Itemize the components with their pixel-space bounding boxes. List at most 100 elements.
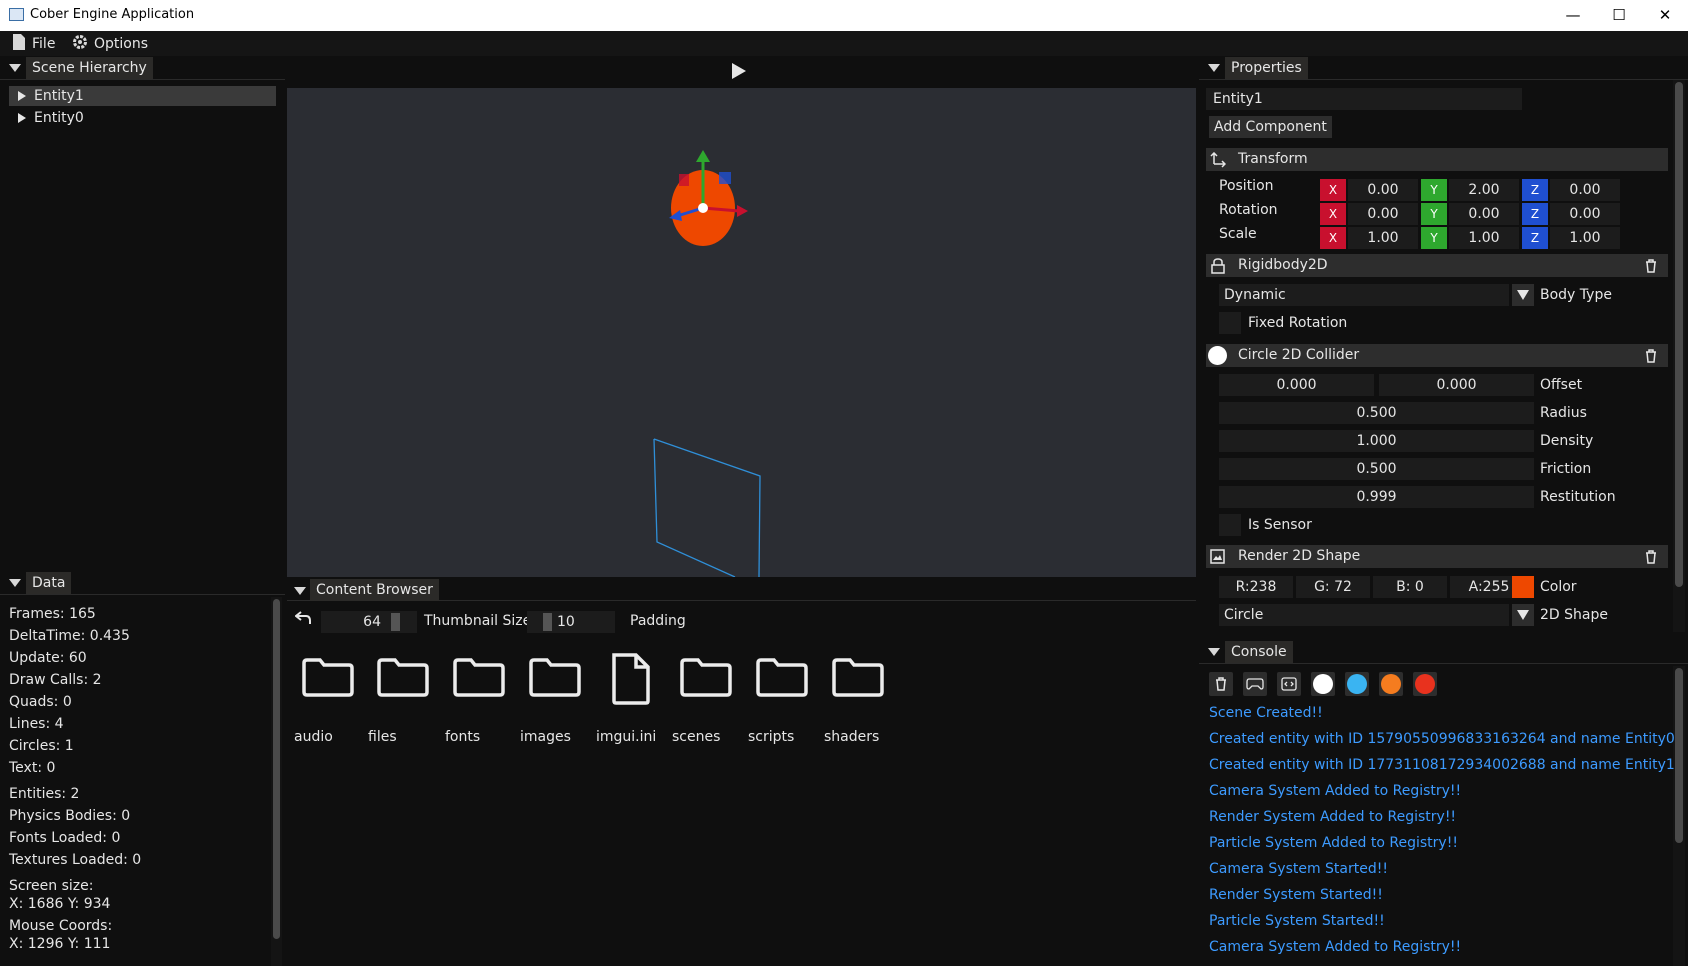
radius-field[interactable]: 0.500 — [1219, 402, 1534, 424]
offset-label: Offset — [1540, 377, 1583, 393]
back-arrow-icon[interactable] — [295, 611, 311, 625]
offset-x-field[interactable]: 0.000 — [1219, 374, 1374, 396]
console-tab[interactable]: Console — [1225, 641, 1293, 663]
restitution-field[interactable]: 0.999 — [1219, 486, 1534, 508]
menu-options[interactable]: Options — [72, 34, 148, 54]
rotation-x-button[interactable]: X — [1320, 203, 1346, 225]
shape-select[interactable]: Circle — [1219, 604, 1509, 626]
color-swatch[interactable] — [1512, 576, 1534, 598]
add-component-button[interactable]: Add Component — [1209, 116, 1332, 138]
content-item-scenes[interactable] — [680, 657, 732, 701]
position-y-button[interactable]: Y — [1421, 179, 1447, 201]
properties-scrollbar-thumb[interactable] — [1675, 82, 1683, 587]
properties-scrollbar[interactable] — [1673, 80, 1685, 632]
content-item-fonts[interactable] — [453, 657, 505, 701]
play-icon[interactable] — [731, 62, 747, 80]
body-type-select[interactable]: Dynamic — [1219, 284, 1509, 306]
offset-y-field[interactable]: 0.000 — [1379, 374, 1534, 396]
console-warning-filter-button[interactable] — [1379, 672, 1403, 696]
collapse-arrow-icon[interactable] — [1208, 64, 1220, 72]
scene-canvas[interactable] — [287, 88, 1196, 578]
scale-x-field[interactable]: 1.00 — [1348, 227, 1418, 249]
scale-x-button[interactable]: X — [1320, 227, 1346, 249]
position-x-field[interactable]: 0.00 — [1348, 179, 1418, 201]
scale-y-field[interactable]: 1.00 — [1449, 227, 1519, 249]
data-tab[interactable]: Data — [26, 572, 72, 594]
gizmo-x-arrow[interactable] — [737, 205, 748, 217]
thumbnail-size-slider[interactable]: 64 — [321, 611, 417, 633]
density-field[interactable]: 1.000 — [1219, 430, 1534, 452]
gizmo-y-arrow[interactable] — [696, 150, 710, 162]
padding-slider[interactable]: 10 — [527, 611, 615, 633]
minimize-button[interactable]: — — [1550, 0, 1596, 31]
transform-header[interactable]: Transform — [1206, 148, 1668, 171]
rotation-z-field[interactable]: 0.00 — [1550, 203, 1620, 225]
entity-name-input[interactable]: Entity1 — [1206, 88, 1522, 110]
position-x-button[interactable]: X — [1320, 179, 1346, 201]
tree-item-entity1[interactable]: Entity1 — [9, 86, 276, 106]
console-info-filter-button[interactable] — [1311, 672, 1335, 696]
circle-collider-header[interactable]: Circle 2D Collider — [1206, 344, 1668, 367]
content-item-shaders[interactable] — [832, 657, 884, 701]
content-item-audio[interactable] — [302, 657, 354, 701]
slider-grab[interactable] — [543, 613, 552, 631]
trash-icon[interactable] — [1645, 259, 1657, 273]
console-scrollbar[interactable] — [1673, 666, 1685, 966]
scale-z-button[interactable]: Z — [1522, 227, 1548, 249]
color-g-field[interactable]: G: 72 — [1296, 576, 1370, 598]
collapse-arrow-icon[interactable] — [9, 64, 21, 72]
scene-viewport[interactable] — [287, 88, 1196, 578]
close-button[interactable]: ✕ — [1642, 0, 1688, 31]
scale-z-field[interactable]: 1.00 — [1550, 227, 1620, 249]
console-scrollbar-thumb[interactable] — [1675, 668, 1683, 843]
data-scrollbar-thumb[interactable] — [273, 599, 280, 939]
rotation-y-field[interactable]: 0.00 — [1449, 203, 1519, 225]
fixed-rotation-checkbox[interactable] — [1219, 312, 1241, 334]
tree-item-entity0[interactable]: Entity0 — [9, 108, 276, 128]
title-bar: Cober Engine Application — ☐ ✕ — [0, 0, 1688, 32]
color-b-field[interactable]: B: 0 — [1373, 576, 1447, 598]
content-item-scripts[interactable] — [756, 657, 808, 701]
expand-arrow-icon[interactable] — [18, 113, 26, 123]
gamepad-icon — [1246, 678, 1264, 690]
console-clear-button[interactable] — [1209, 672, 1233, 696]
position-y-field[interactable]: 2.00 — [1449, 179, 1519, 201]
content-browser-tab[interactable]: Content Browser — [310, 579, 439, 601]
position-z-button[interactable]: Z — [1522, 179, 1548, 201]
scale-y-button[interactable]: Y — [1421, 227, 1447, 249]
scene-hierarchy-tab[interactable]: Scene Hierarchy — [26, 57, 153, 79]
trash-icon[interactable] — [1645, 550, 1657, 564]
rotation-z-button[interactable]: Z — [1522, 203, 1548, 225]
restitution-label: Restitution — [1540, 489, 1616, 505]
trash-icon[interactable] — [1645, 349, 1657, 363]
color-r-field[interactable]: R:238 — [1219, 576, 1293, 598]
console-game-filter-button[interactable] — [1243, 672, 1267, 696]
friction-field[interactable]: 0.500 — [1219, 458, 1534, 480]
collapse-arrow-icon[interactable] — [1208, 648, 1220, 656]
menu-file[interactable]: File — [12, 34, 55, 54]
position-z-field[interactable]: 0.00 — [1550, 179, 1620, 201]
gizmo-plane-handle[interactable] — [679, 174, 689, 186]
maximize-button[interactable]: ☐ — [1596, 0, 1642, 31]
collapse-arrow-icon[interactable] — [9, 579, 21, 587]
slider-grab[interactable] — [391, 613, 400, 631]
gizmo-center[interactable] — [698, 203, 708, 213]
gizmo-plane-handle[interactable] — [719, 172, 731, 184]
content-item-imgui-ini[interactable] — [610, 653, 652, 709]
console-code-filter-button[interactable] — [1277, 672, 1301, 696]
properties-tab[interactable]: Properties — [1225, 57, 1308, 79]
render-shape-header[interactable]: Render 2D Shape — [1206, 545, 1668, 568]
is-sensor-checkbox[interactable] — [1219, 514, 1241, 536]
body-type-dropdown-button[interactable] — [1512, 284, 1534, 306]
console-error-filter-button[interactable] — [1413, 672, 1437, 696]
rotation-x-field[interactable]: 0.00 — [1348, 203, 1418, 225]
content-item-images[interactable] — [529, 657, 581, 701]
console-log-filter-button[interactable] — [1345, 672, 1369, 696]
rigidbody-header[interactable]: Rigidbody2D — [1206, 254, 1668, 277]
data-scrollbar[interactable] — [271, 597, 282, 966]
shape-dropdown-button[interactable] — [1512, 604, 1534, 626]
rotation-y-button[interactable]: Y — [1421, 203, 1447, 225]
collapse-arrow-icon[interactable] — [294, 587, 306, 595]
expand-arrow-icon[interactable] — [18, 91, 26, 101]
content-item-files[interactable] — [377, 657, 429, 701]
